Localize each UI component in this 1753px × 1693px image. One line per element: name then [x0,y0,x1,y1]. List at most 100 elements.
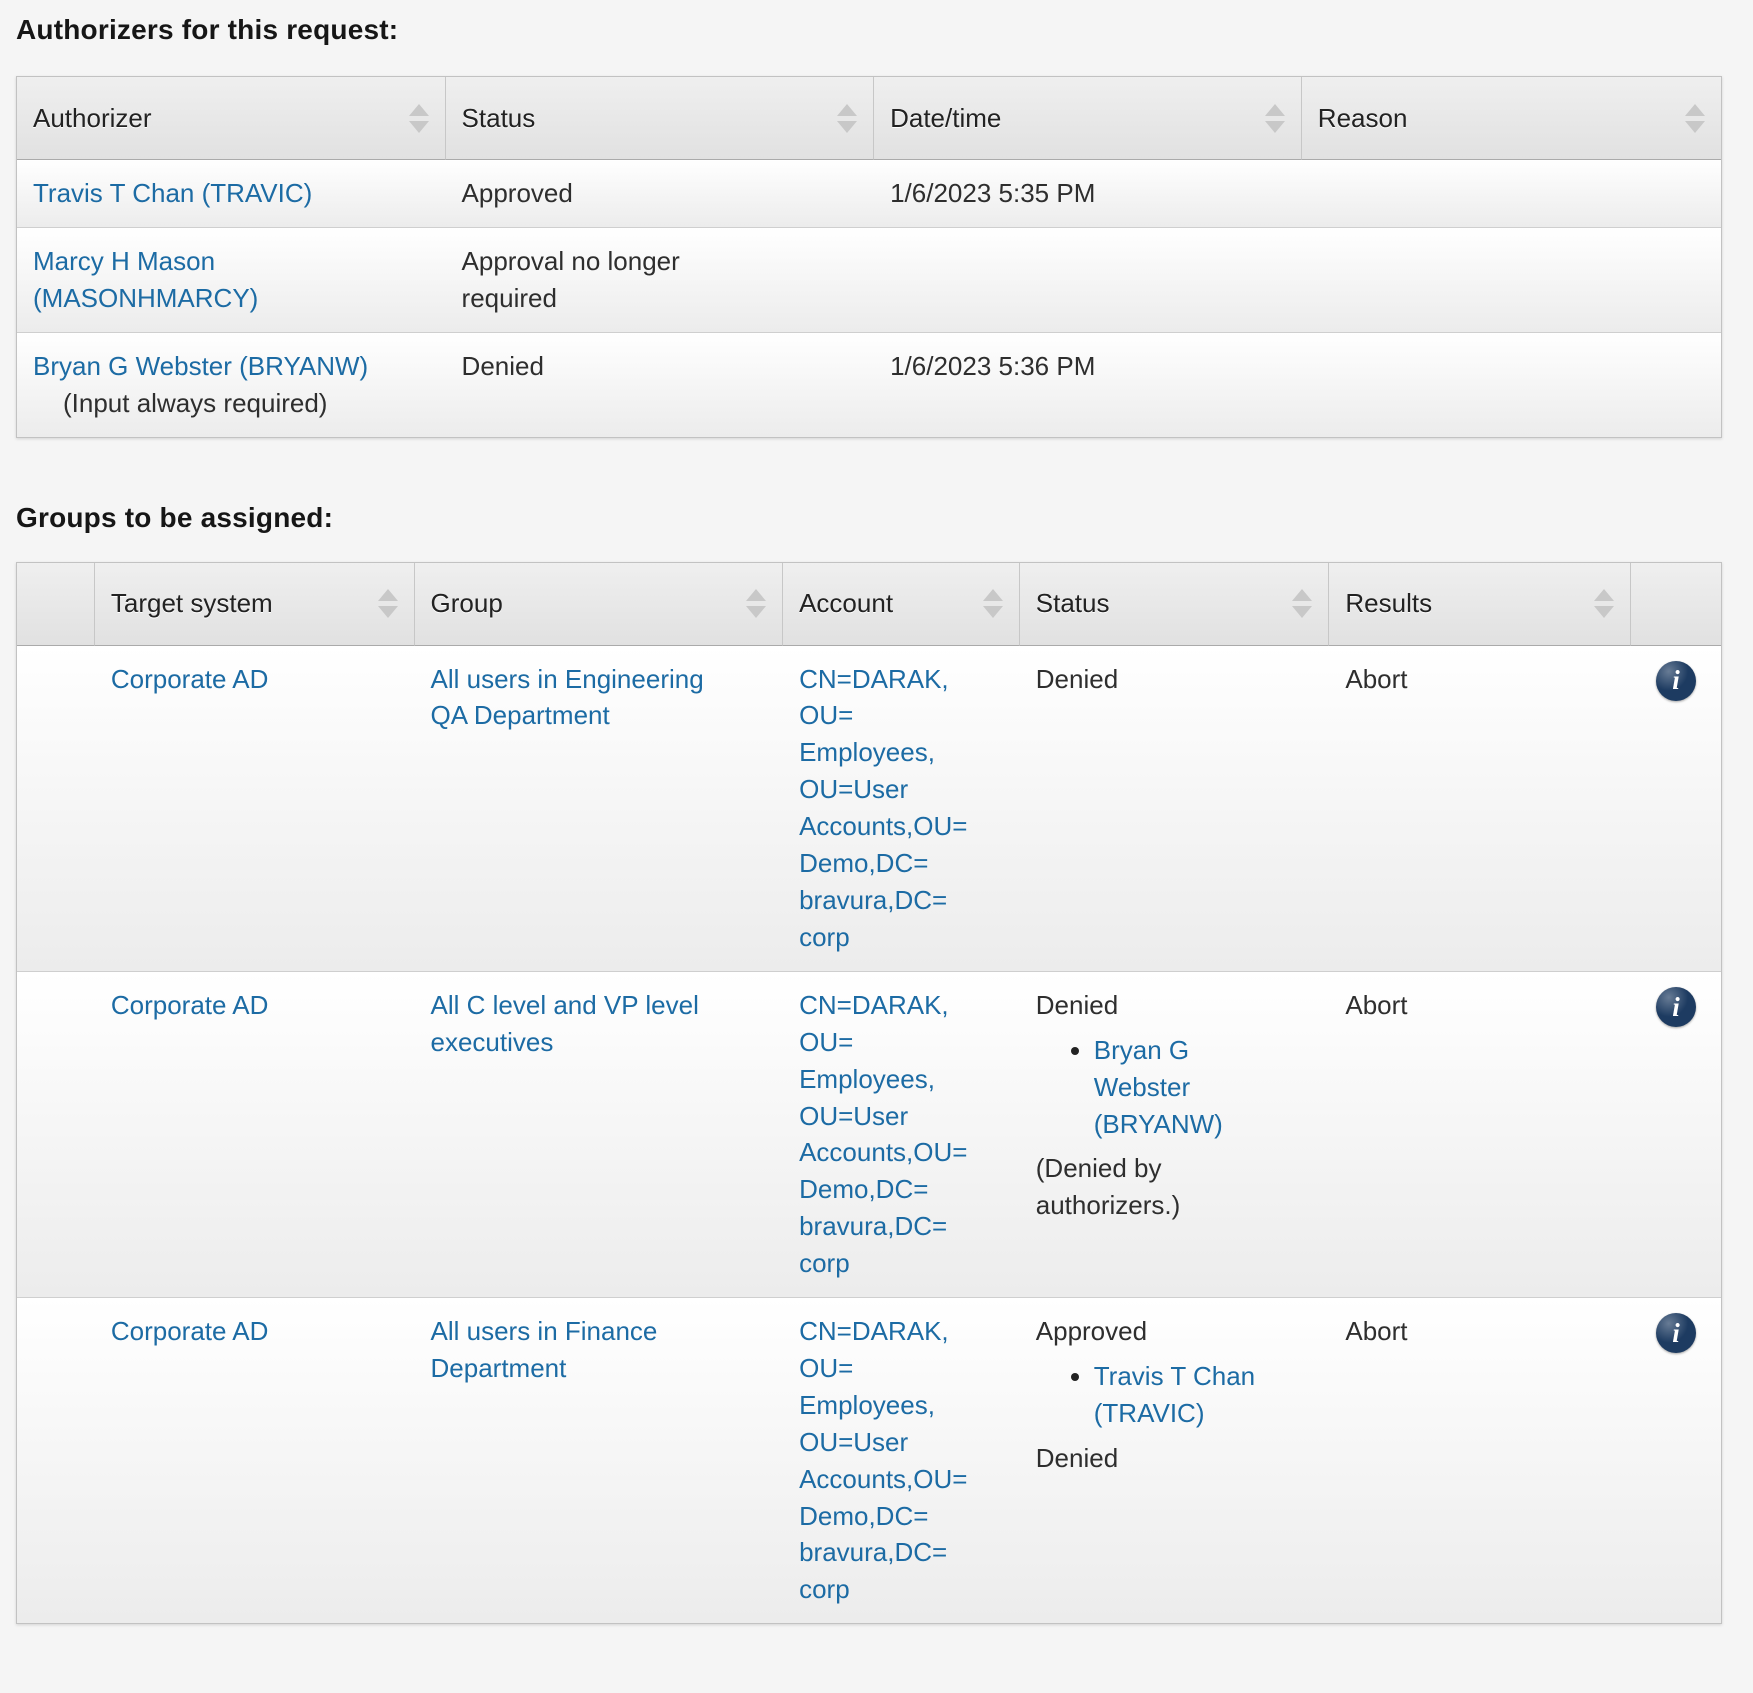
status-authorizer-list: Bryan G Webster (BRYANW) [1036,1032,1314,1143]
status-primary: Approved [1036,1313,1314,1350]
column-header-label: Group [431,588,503,619]
sort-icon[interactable] [409,104,429,133]
target-system-cell: Corporate AD [95,1297,415,1623]
info-cell: i [1631,971,1721,1297]
datetime-cell: 1/6/2023 5:36 PM [874,332,1302,437]
sort-icon[interactable] [1265,104,1285,133]
column-header-label: Target system [111,588,273,619]
column-header-label: Date/time [890,103,1001,134]
status-cell: Denied Bryan G Webster (BRYANW) (Denied … [1020,971,1330,1297]
sort-icon[interactable] [983,589,1003,618]
results-cell: Abort [1329,1297,1631,1623]
group-link[interactable]: All users in Finance Department [431,1316,658,1383]
column-header-label: Reason [1318,103,1408,134]
datetime-cell: 1/6/2023 5:35 PM [874,160,1302,227]
status-primary: Denied [1036,987,1314,1024]
status-authorizer-link[interactable]: Travis T Chan (TRAVIC) [1094,1361,1255,1428]
account-link[interactable]: CN=DARAK, OU= Employees, OU=User Account… [799,1316,967,1604]
status-secondary: Denied [1036,1440,1314,1477]
status-cell: Denied [1020,646,1330,971]
account-cell: CN=DARAK, OU= Employees, OU=User Account… [783,971,1020,1297]
column-header-blank [17,563,95,646]
authorizer-note: (Input always required) [33,385,430,422]
column-header-info [1631,563,1721,646]
table-row: Corporate AD All users in Engineering QA… [17,646,1721,971]
sort-icon[interactable] [746,589,766,618]
status-authorizer-link[interactable]: Bryan G Webster (BRYANW) [1094,1035,1223,1139]
target-system-link[interactable]: Corporate AD [111,1316,269,1346]
info-icon[interactable]: i [1656,987,1696,1027]
column-header-label: Account [799,588,893,619]
list-item: Travis T Chan (TRAVIC) [1094,1358,1314,1432]
row-select-cell [17,971,95,1297]
authorizer-cell: Marcy H Mason (MASONHMARCY) [17,227,446,332]
table-row: Bryan G Webster (BRYANW) (Input always r… [17,332,1721,437]
sort-icon[interactable] [1685,104,1705,133]
target-system-cell: Corporate AD [95,971,415,1297]
row-select-cell [17,646,95,971]
sort-icon[interactable] [378,589,398,618]
column-header-label: Results [1345,588,1432,619]
results-cell: Abort [1329,646,1631,971]
sort-icon[interactable] [837,104,857,133]
target-system-link[interactable]: Corporate AD [111,664,269,694]
info-cell: i [1631,1297,1721,1623]
authorizer-link[interactable]: Bryan G Webster (BRYANW) [33,351,368,381]
reason-cell [1302,160,1721,227]
group-cell: All users in Engineering QA Department [415,646,784,971]
authorizers-section-title: Authorizers for this request: [16,14,1722,46]
status-cell: Approved Travis T Chan (TRAVIC) Denied [1020,1297,1330,1623]
column-header-label: Status [1036,588,1110,619]
group-cell: All users in Finance Department [415,1297,784,1623]
results-cell: Abort [1329,971,1631,1297]
status-authorizer-list: Travis T Chan (TRAVIC) [1036,1358,1314,1432]
status-primary: Denied [1036,661,1314,698]
status-note: (Denied by authorizers.) [1036,1150,1314,1224]
status-cell: Approval no longer required [446,227,875,332]
list-item: Bryan G Webster (BRYANW) [1094,1032,1314,1143]
groups-table: Target system Group Account [16,562,1722,1625]
target-system-link[interactable]: Corporate AD [111,990,269,1020]
info-icon[interactable]: i [1656,1313,1696,1353]
groups-section-title: Groups to be assigned: [16,502,1722,534]
page: Authorizers for this request: Authorizer… [0,0,1753,1693]
status-cell: Denied [446,332,875,437]
column-header-status[interactable]: Status [1020,563,1330,646]
account-cell: CN=DARAK, OU= Employees, OU=User Account… [783,646,1020,971]
table-row: Travis T Chan (TRAVIC) Approved 1/6/2023… [17,160,1721,227]
group-cell: All C level and VP level executives [415,971,784,1297]
authorizers-table: Authorizer Status Date/time [16,76,1722,438]
account-link[interactable]: CN=DARAK, OU= Employees, OU=User Account… [799,664,967,952]
group-link[interactable]: All users in Engineering QA Department [431,664,704,731]
row-select-cell [17,1297,95,1623]
column-header-reason[interactable]: Reason [1302,77,1721,160]
reason-cell [1302,227,1721,332]
column-header-target-system[interactable]: Target system [95,563,415,646]
column-header-label: Status [462,103,536,134]
authorizer-link[interactable]: Marcy H Mason (MASONHMARCY) [33,246,258,313]
sort-icon[interactable] [1292,589,1312,618]
table-row: Marcy H Mason (MASONHMARCY) Approval no … [17,227,1721,332]
status-cell: Approved [446,160,875,227]
column-header-authorizer[interactable]: Authorizer [17,77,446,160]
info-cell: i [1631,646,1721,971]
column-header-datetime[interactable]: Date/time [874,77,1302,160]
info-icon[interactable]: i [1656,661,1696,701]
sort-icon[interactable] [1594,589,1614,618]
table-row: Corporate AD All C level and VP level ex… [17,971,1721,1297]
authorizer-cell: Travis T Chan (TRAVIC) [17,160,446,227]
column-header-account[interactable]: Account [783,563,1020,646]
authorizer-link[interactable]: Travis T Chan (TRAVIC) [33,178,312,208]
groups-header-row: Target system Group Account [17,563,1721,646]
reason-cell [1302,332,1721,437]
column-header-group[interactable]: Group [415,563,784,646]
column-header-results[interactable]: Results [1329,563,1631,646]
account-cell: CN=DARAK, OU= Employees, OU=User Account… [783,1297,1020,1623]
target-system-cell: Corporate AD [95,646,415,971]
group-link[interactable]: All C level and VP level executives [431,990,699,1057]
column-header-status[interactable]: Status [446,77,875,160]
column-header-label: Authorizer [33,103,152,134]
table-row: Corporate AD All users in Finance Depart… [17,1297,1721,1623]
account-link[interactable]: CN=DARAK, OU= Employees, OU=User Account… [799,990,967,1278]
datetime-cell [874,227,1302,332]
